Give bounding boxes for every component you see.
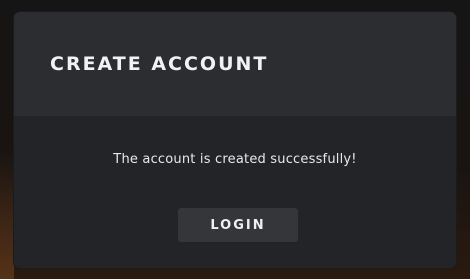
- create-account-dialog: CREATE ACCOUNT The account is created su…: [14, 12, 456, 268]
- success-message: The account is created successfully!: [113, 152, 357, 167]
- dialog-header: CREATE ACCOUNT: [14, 12, 456, 116]
- dialog-title: CREATE ACCOUNT: [50, 53, 269, 75]
- login-button[interactable]: LOGIN: [178, 208, 298, 242]
- dialog-body: The account is created successfully! LOG…: [14, 116, 456, 268]
